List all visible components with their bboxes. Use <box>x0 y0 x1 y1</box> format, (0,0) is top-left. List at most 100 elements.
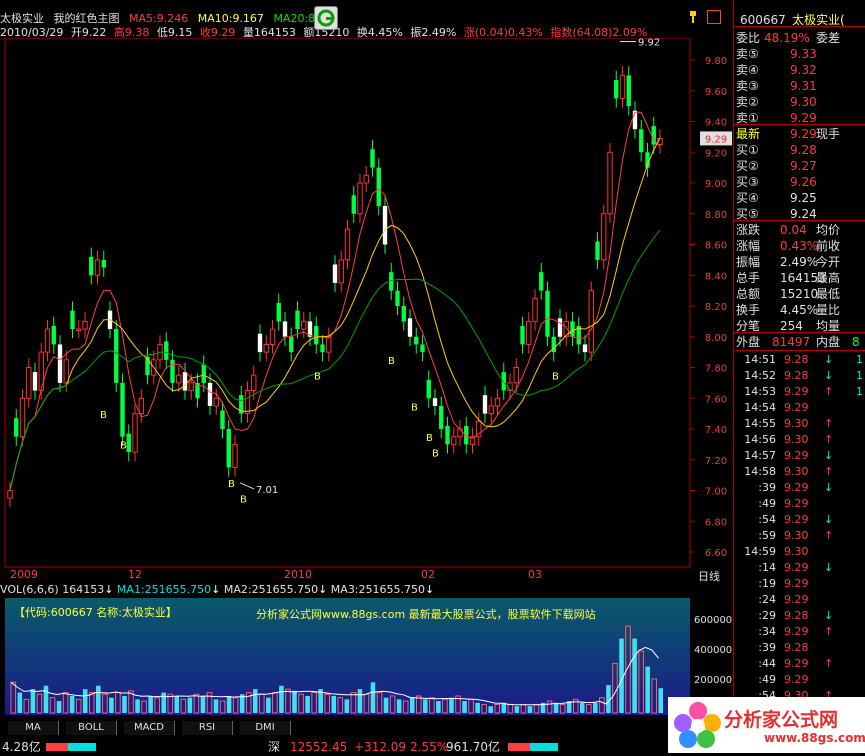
window-icon[interactable] <box>707 10 721 24</box>
logo-text: 分析家公式网 <box>724 709 839 731</box>
tick-row: 14:55 9.30 ↑ <box>734 416 865 432</box>
candle <box>344 219 351 270</box>
candle <box>520 316 525 354</box>
pin-icon[interactable] <box>688 10 698 24</box>
tab-ma[interactable]: MA <box>8 721 59 735</box>
volume-bar <box>553 702 559 713</box>
candle <box>14 409 19 446</box>
volume-bar <box>462 701 467 713</box>
tick-x: 1 <box>856 353 863 366</box>
tab-dmi[interactable]: DMI <box>240 721 291 735</box>
candle-body-up <box>7 490 13 499</box>
volume-bar <box>527 706 533 713</box>
candle-body-up <box>513 367 519 384</box>
candle <box>76 319 82 339</box>
tick-row: :34 9.29 ↑ <box>734 624 865 640</box>
candle-body-down <box>557 318 563 337</box>
candle-body-up <box>94 259 101 276</box>
buy-row-2-lab: 买② <box>736 159 759 173</box>
volume-bar <box>200 695 206 713</box>
candlestick-chart[interactable]: 9.80 9.60 9.40 9.29 9.20 9.00 8.80 8.60 8.40 8.20… <box>0 38 733 568</box>
stat-row-0-lab2: 均价 <box>816 223 841 237</box>
candle-body-down <box>439 405 444 429</box>
volume-bar <box>449 697 454 713</box>
buy-row-3-lab: 买③ <box>736 175 759 189</box>
candle <box>114 319 119 393</box>
candle <box>26 358 32 408</box>
candle-body-down <box>182 372 188 391</box>
candle <box>226 419 231 477</box>
candle <box>338 250 344 293</box>
tick-t: :59 <box>758 529 776 542</box>
tab-macd[interactable]: MACD <box>124 721 175 735</box>
candle <box>457 419 463 446</box>
tick-row: :59 9.30 ↑ <box>734 528 865 544</box>
panel-divider <box>734 26 865 27</box>
candle <box>282 312 288 346</box>
tick-t: 14:58 <box>744 465 776 478</box>
tick-p: 9.29 <box>784 561 809 574</box>
buy-row-4: 买④ 9.25 <box>734 190 865 206</box>
price-tick-label: 8.40 <box>705 271 727 282</box>
tick-p: 9.28 <box>784 353 809 366</box>
candle-body-down <box>614 79 619 99</box>
candle-body-down <box>276 302 281 322</box>
sell-row-5-lab: 卖⑤ <box>736 47 759 61</box>
sell-row-3: 卖③ 9.31 <box>734 78 865 94</box>
tick-t: :49 <box>758 673 776 686</box>
latest-row-lab: 最新 <box>736 127 761 141</box>
buy-signal-marker: B <box>411 402 418 413</box>
tab-rsi[interactable]: RSI <box>182 721 233 735</box>
tick-a: ↓ <box>824 369 834 382</box>
tab-boll[interactable]: BOLL <box>66 721 117 735</box>
candle-body-down <box>164 341 169 360</box>
volume-bar <box>226 695 232 713</box>
tick-p: 9.29 <box>784 449 809 462</box>
price-tick-label: 7.80 <box>705 364 727 375</box>
candle <box>370 139 375 177</box>
tick-t: 14:57 <box>744 449 776 462</box>
tick-row: 14:57 9.29 ↓ <box>734 448 865 464</box>
volume-bar <box>423 699 428 713</box>
candle-body-down <box>207 382 213 406</box>
period-label[interactable]: 日线 <box>698 568 720 584</box>
candle-body-up <box>588 290 594 353</box>
sell-row-4: 卖④ 9.32 <box>734 62 865 78</box>
tick-row: :24 9.29 <box>734 592 865 608</box>
tick-t: :34 <box>758 625 776 638</box>
candle <box>420 335 425 362</box>
price-tick-label: 9.40 <box>705 118 727 129</box>
volume-bar <box>514 706 520 713</box>
tick-t: 14:59 <box>744 545 776 558</box>
candle <box>269 319 276 354</box>
candle-body-down <box>289 336 294 353</box>
price-tick-label: 7.40 <box>705 425 727 436</box>
candle-body-down <box>226 429 231 468</box>
volume-bar <box>370 682 376 713</box>
tick-p: 9.29 <box>784 385 809 398</box>
tick-row: :14 9.29 ↓ <box>734 560 865 576</box>
weibi-row-v1: 48.19% <box>764 31 810 45</box>
candle-body-up <box>607 151 613 215</box>
vol-ma3: MA3:251655.750 <box>330 583 426 596</box>
ma10-line <box>9 137 661 491</box>
stat-row-5-v1: 4.45% <box>780 303 819 317</box>
candle <box>120 373 125 446</box>
stat-row-4-lab: 总额 <box>736 287 761 301</box>
tick-t: 14:51 <box>744 353 776 366</box>
candle-body-down <box>445 425 450 445</box>
volume-bar <box>148 695 153 713</box>
candle <box>632 101 638 139</box>
tick-a: ↓ <box>824 449 834 462</box>
status-bar-red2 <box>508 743 530 751</box>
weibi-row-lab2: 委差 <box>816 31 841 45</box>
candle <box>595 232 600 270</box>
latest-row-v1: 9.29 <box>790 127 817 141</box>
chart-header-line1: 太极实业 我的红色主图 MA5:9.246 MA10:9.167 MA20:8 <box>0 10 690 25</box>
candle-body-up <box>188 382 194 392</box>
candle-body-up <box>19 397 26 438</box>
volume-header: VOL(6,6,6) 164153↓ MA1:251655.750↓ MA2:2… <box>0 583 435 596</box>
stat-row-0: 涨跌 0.04 均价 <box>734 222 865 238</box>
candle <box>494 389 501 416</box>
formula-icon[interactable] <box>314 6 338 30</box>
